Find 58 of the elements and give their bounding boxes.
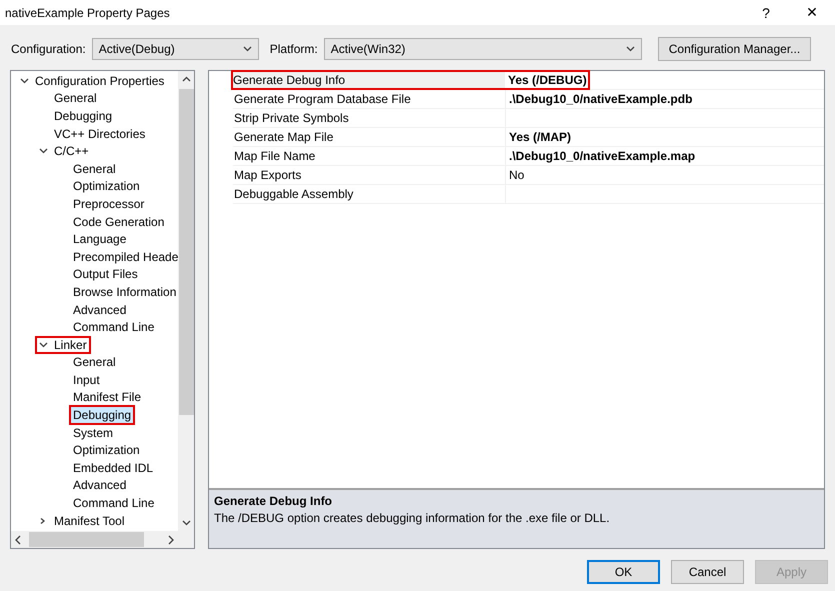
tree-item[interactable]: Language	[69, 229, 130, 250]
tree-item[interactable]: Manifest File	[69, 387, 146, 408]
dropdown-icon	[626, 46, 635, 52]
collapse-icon	[20, 78, 29, 84]
scroll-up-icon[interactable]	[182, 76, 190, 82]
tree-item[interactable]: Manifest Tool	[54, 514, 124, 528]
tree-item[interactable]: System	[69, 422, 118, 443]
tree-item[interactable]: Command Line	[69, 317, 158, 338]
scrollbar-thumb[interactable]	[178, 89, 194, 415]
tree-item[interactable]: Debugging	[69, 405, 136, 426]
dialog-button[interactable]: Cancel	[671, 560, 744, 584]
collapse-icon	[39, 342, 48, 348]
description-text: The /DEBUG option creates debugging information for the .exe file or DLL.	[214, 511, 611, 525]
configuration-dropdown[interactable]: Active(Debug)	[92, 38, 259, 60]
property-name[interactable]: Strip Private Symbols	[233, 109, 506, 127]
configuration-label: Configuration:	[11, 42, 86, 56]
scroll-down-icon	[182, 520, 190, 526]
scrollbar-thumb[interactable]	[29, 532, 144, 547]
close-button[interactable]: ✕	[789, 4, 835, 21]
tree-item[interactable]: Command Line	[69, 493, 158, 514]
dropdown-icon	[242, 46, 252, 52]
tree-item[interactable]: Output Files	[69, 264, 142, 284]
tree-item[interactable]: Preprocessor	[69, 194, 148, 214]
platform-label: Platform:	[270, 42, 318, 56]
property-value[interactable]: Yes (/DEBUG)	[505, 71, 589, 89]
window-title: nativeExample Property Pages	[5, 6, 171, 20]
property-name[interactable]: Generate Map File	[233, 128, 506, 146]
tree-item[interactable]: Code Generation	[69, 212, 168, 232]
property-value[interactable]: No	[506, 166, 824, 184]
tree-item[interactable]: Browse Information	[69, 282, 178, 302]
property-value[interactable]: .\Debug10_0/nativeExample.map	[506, 147, 824, 165]
property-name[interactable]: Map Exports	[233, 166, 506, 184]
configuration-manager-button[interactable]: Configuration Manager...	[658, 37, 812, 61]
tree-item[interactable]: Configuration Properties	[35, 74, 164, 88]
tree-item[interactable]: VC++ Directories	[50, 124, 150, 144]
tree-item[interactable]: Optimization	[69, 440, 144, 460]
property-name[interactable]: Generate Debug Info	[232, 71, 505, 89]
tree-item[interactable]: Input	[69, 370, 104, 390]
help-button[interactable]: ?	[743, 4, 789, 20]
tree-item[interactable]: Advanced	[69, 475, 130, 496]
collapse-icon	[39, 148, 48, 154]
tree-item[interactable]: General	[69, 158, 120, 179]
tree-item[interactable]: General	[50, 88, 101, 108]
tree-item[interactable]: Precompiled Heade	[69, 246, 178, 267]
property-name[interactable]: Map File Name	[233, 147, 506, 165]
property-value[interactable]: .\Debug10_0/nativeExample.pdb	[506, 90, 824, 108]
property-name[interactable]: Debuggable Assembly	[233, 185, 506, 203]
tree-item[interactable]: Advanced	[69, 300, 130, 320]
property-value[interactable]: Yes (/MAP)	[506, 128, 824, 146]
dialog-button[interactable]: OK	[587, 560, 660, 584]
tree-item[interactable]: C/C++	[54, 144, 89, 158]
description-title: Generate Debug Info	[214, 494, 334, 508]
platform-dropdown[interactable]: Active(Win32)	[324, 38, 642, 60]
property-name[interactable]: Generate Program Database File	[233, 90, 506, 108]
tree-item[interactable]: Optimization	[69, 176, 144, 196]
tree-item[interactable]: Debugging	[50, 106, 116, 126]
tree-item[interactable]: General	[69, 352, 120, 372]
tree-item[interactable]: Embedded IDL	[69, 458, 158, 478]
